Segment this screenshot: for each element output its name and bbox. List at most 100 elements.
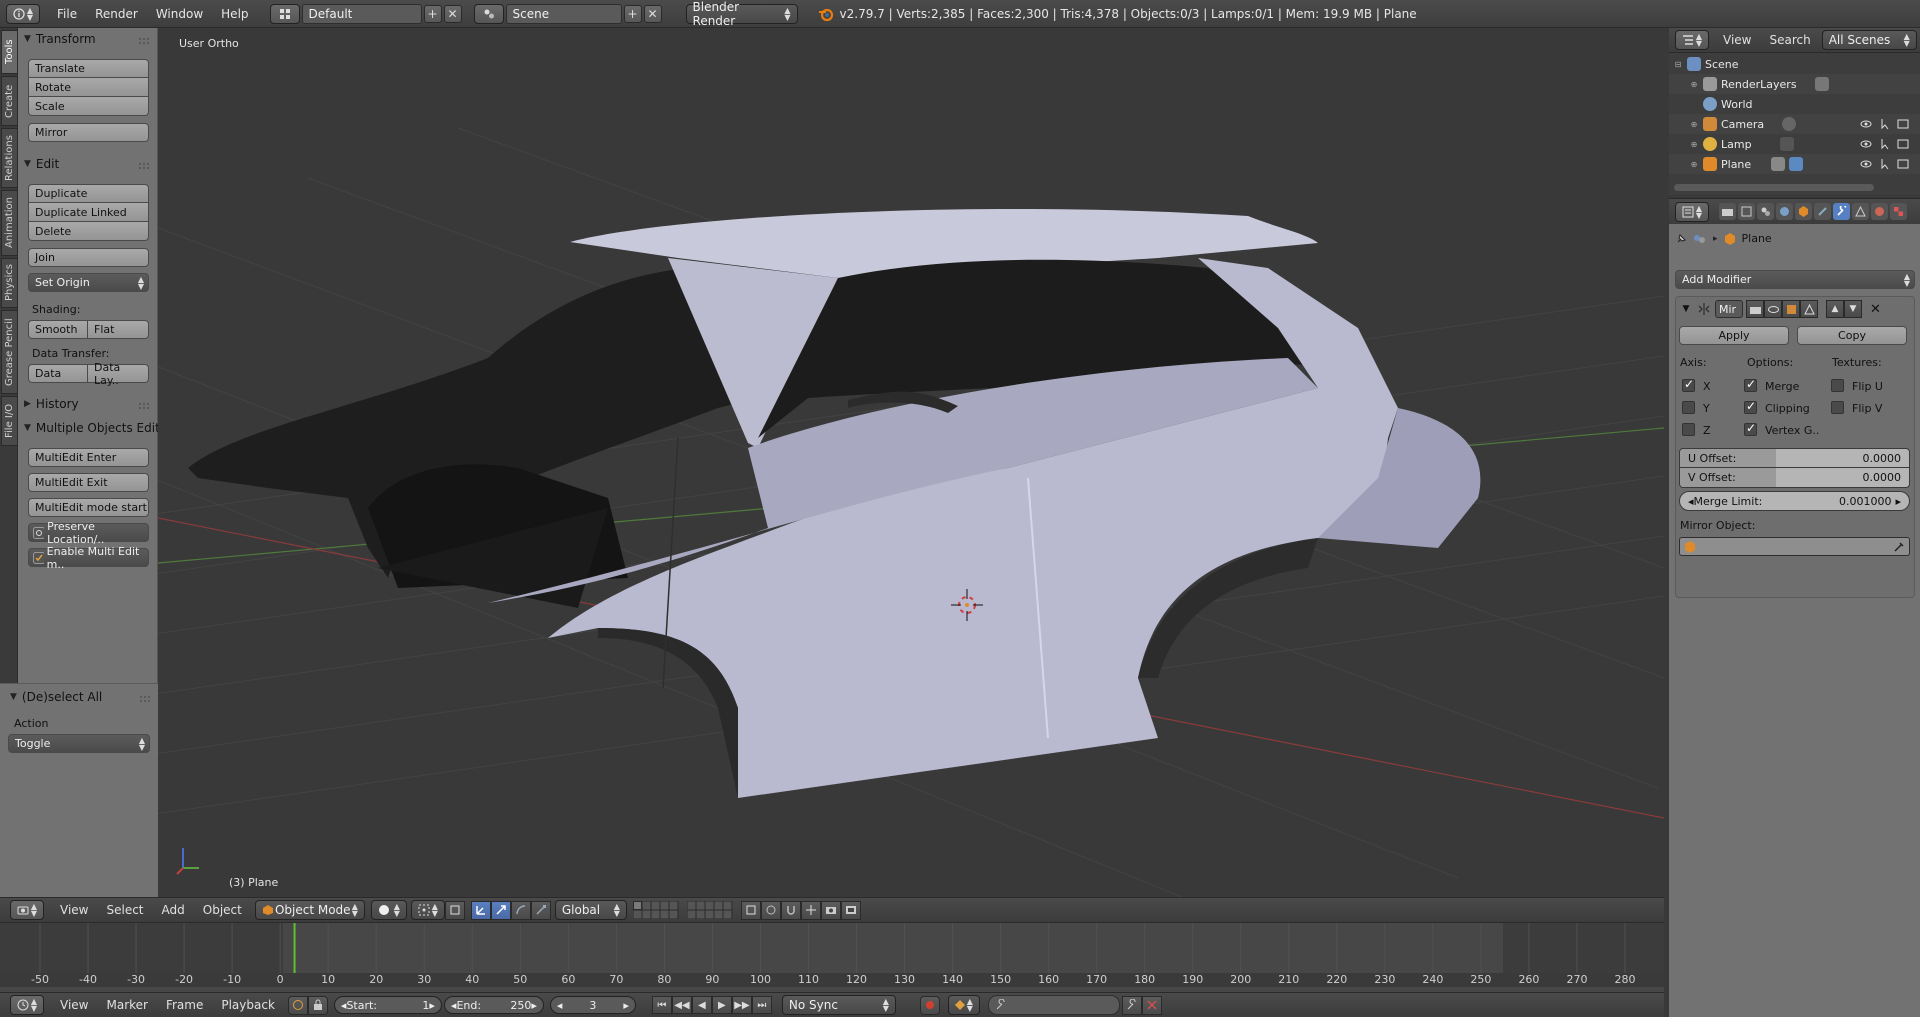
keying-set-select[interactable]: ▲ ▼ bbox=[947, 995, 980, 1015]
car-body-mesh[interactable] bbox=[188, 209, 1481, 798]
render-toggle[interactable] bbox=[1746, 300, 1764, 318]
proportional-edit-button[interactable] bbox=[760, 900, 781, 920]
menu-select[interactable]: Select bbox=[106, 903, 143, 917]
operator-panel-header[interactable]: ▼ (De)select All bbox=[10, 688, 102, 706]
pin-icon[interactable] bbox=[1675, 233, 1687, 245]
outliner-menu-search[interactable]: Search bbox=[1769, 33, 1810, 47]
v-offset-slider[interactable]: V Offset: 0.0000 bbox=[1679, 468, 1910, 488]
translate-button[interactable]: Translate bbox=[28, 59, 149, 78]
end-frame-field[interactable]: ◂ End: 250 ▸ bbox=[443, 996, 544, 1014]
outliner-row-renderlayers[interactable]: ⊕ RenderLayers bbox=[1669, 74, 1920, 94]
menu-playback[interactable]: Playback bbox=[221, 998, 275, 1012]
expand-icon[interactable]: ⊕ bbox=[1689, 160, 1699, 169]
drag-grip-icon[interactable] bbox=[140, 696, 150, 702]
viewport-toggle[interactable] bbox=[1764, 300, 1782, 318]
translate-manipulator-toggle[interactable] bbox=[490, 900, 511, 920]
remove-modifier-close-icon[interactable]: ✕ bbox=[1870, 302, 1881, 317]
editor-type-3dview[interactable]: ▲ ▼ bbox=[10, 900, 44, 920]
apply-button[interactable]: Apply bbox=[1679, 326, 1789, 345]
tab-constraints-icon[interactable] bbox=[1814, 203, 1831, 220]
mirror-object-field[interactable] bbox=[1679, 537, 1910, 556]
viewport-shading-select[interactable]: ▲ ▼ bbox=[370, 900, 407, 920]
scene-field[interactable]: Scene bbox=[505, 3, 622, 24]
u-offset-slider[interactable]: U Offset: 0.0000 bbox=[1679, 448, 1910, 468]
render-visibility-icon[interactable] bbox=[1897, 158, 1909, 170]
cursor-select-icon[interactable] bbox=[1879, 118, 1891, 130]
move-down-button[interactable]: ▼ bbox=[1844, 300, 1862, 318]
render-visibility-icon[interactable] bbox=[1897, 138, 1909, 150]
timeline-editor[interactable]: -50 -40 -30 -20 -10 0 10 20 30 40 50 60 70 80 90 100 110… bbox=[0, 922, 1664, 992]
opengl-animation-button[interactable] bbox=[840, 900, 861, 920]
jump-end-button[interactable]: ⏭ bbox=[751, 996, 772, 1014]
editor-type-outliner[interactable]: ▲ ▼ bbox=[1675, 30, 1709, 50]
drag-grip-icon[interactable] bbox=[139, 403, 149, 409]
tab-world-icon[interactable] bbox=[1776, 203, 1793, 220]
add-scene-button[interactable]: + bbox=[623, 4, 642, 23]
jump-start-button[interactable]: ⏮ bbox=[651, 996, 672, 1014]
tab-render-icon[interactable] bbox=[1719, 203, 1736, 220]
cursor-select-icon[interactable] bbox=[1879, 158, 1891, 170]
lock-range-button[interactable] bbox=[307, 995, 328, 1015]
enable-multi-edit-toggle[interactable]: Enable Multi Edit m.. bbox=[28, 545, 149, 571]
scene-selector[interactable] bbox=[473, 3, 504, 24]
transform-orientation-select[interactable]: Global ▲ ▼ bbox=[554, 900, 627, 920]
menu-window[interactable]: Window bbox=[147, 7, 212, 21]
viewport-canvas[interactable] bbox=[158, 28, 1664, 897]
expand-icon[interactable]: ⊕ bbox=[1689, 140, 1699, 149]
flat-button[interactable]: Flat bbox=[88, 320, 149, 339]
merge-checkbox[interactable] bbox=[1744, 377, 1757, 392]
panel-header-transform[interactable]: ▼ Transform bbox=[24, 30, 96, 48]
menu-view[interactable]: View bbox=[60, 903, 88, 917]
delete-button[interactable]: Delete bbox=[28, 222, 149, 241]
eye-icon[interactable] bbox=[1860, 158, 1872, 170]
preserve-location-toggle[interactable]: Preserve Location/.. bbox=[28, 520, 149, 546]
scale-manipulator-toggle[interactable] bbox=[530, 900, 551, 920]
tab-animation[interactable]: Animation bbox=[1, 190, 17, 256]
collapse-triangle-icon[interactable]: ▼ bbox=[1679, 304, 1693, 314]
start-frame-field[interactable]: ◂ Start: 1 ▸ bbox=[333, 996, 442, 1014]
tab-material-icon[interactable] bbox=[1871, 203, 1888, 220]
editmode-toggle[interactable] bbox=[1782, 300, 1800, 318]
cursor-select-icon[interactable] bbox=[1879, 138, 1891, 150]
add-layout-button[interactable]: + bbox=[423, 4, 442, 23]
3d-viewport[interactable]: User Ortho (3) Plane bbox=[158, 28, 1664, 897]
eye-icon[interactable] bbox=[1860, 118, 1872, 130]
menu-frame[interactable]: Frame bbox=[166, 998, 203, 1012]
move-up-button[interactable]: ▲ bbox=[1826, 300, 1844, 318]
tab-texture-icon[interactable] bbox=[1890, 203, 1907, 220]
duplicate-button[interactable]: Duplicate bbox=[28, 184, 149, 203]
outliner-row-scene[interactable]: ⊟ Scene bbox=[1669, 54, 1920, 74]
flip-u-checkbox[interactable] bbox=[1831, 379, 1844, 392]
mirror-button[interactable]: Mirror bbox=[28, 123, 149, 142]
eyedropper-icon[interactable] bbox=[1893, 541, 1905, 553]
pivot-point-select[interactable]: ▲ ▼ bbox=[410, 900, 445, 920]
tab-tools[interactable]: Tools bbox=[1, 30, 17, 74]
tab-physics[interactable]: Physics bbox=[1, 258, 17, 308]
editor-type-timeline[interactable]: ▲ ▼ bbox=[10, 995, 44, 1015]
outliner-tree[interactable]: ⊟ Scene ⊕ RenderLayers World ⊕ Camera ⊕ … bbox=[1669, 53, 1920, 195]
timeline-canvas[interactable] bbox=[0, 923, 1664, 973]
drag-grip-icon[interactable] bbox=[139, 163, 149, 169]
multiedit-enter-button[interactable]: MultiEdit Enter bbox=[28, 448, 149, 467]
play-reverse-button[interactable]: ◀ bbox=[691, 996, 712, 1014]
data-layout-button[interactable]: Data Lay.. bbox=[88, 361, 149, 387]
tab-relations[interactable]: Relations bbox=[1, 128, 17, 188]
panel-header-history[interactable]: ▶ History bbox=[24, 395, 79, 413]
lock-layers-button[interactable] bbox=[740, 900, 761, 920]
eye-icon[interactable] bbox=[1860, 138, 1872, 150]
layer-buttons-group-a[interactable] bbox=[632, 901, 681, 919]
panel-header-edit[interactable]: ▼ Edit bbox=[24, 155, 59, 173]
snap-toggle-button[interactable] bbox=[780, 900, 801, 920]
panel-header-multi-edit[interactable]: ▼ Multiple Objects Edit bbox=[24, 419, 160, 437]
drag-grip-icon[interactable] bbox=[139, 38, 149, 44]
menu-render[interactable]: Render bbox=[86, 7, 147, 21]
manipulator-toggle[interactable] bbox=[470, 900, 491, 920]
editor-type-info[interactable]: ▲ ▼ bbox=[6, 3, 40, 24]
screen-layout-field[interactable]: Default bbox=[301, 3, 422, 24]
axis-x-checkbox[interactable] bbox=[1682, 377, 1695, 392]
expand-icon[interactable]: ⊕ bbox=[1689, 120, 1699, 129]
cage-toggle[interactable] bbox=[1800, 300, 1818, 318]
render-engine-select[interactable]: Blender Render ▲ ▼ bbox=[685, 0, 798, 28]
timeline-ruler[interactable]: -50 -40 -30 -20 -10 0 10 20 30 40 50 60 70 80 90 100 110… bbox=[0, 973, 1664, 987]
menu-object[interactable]: Object bbox=[203, 903, 242, 917]
